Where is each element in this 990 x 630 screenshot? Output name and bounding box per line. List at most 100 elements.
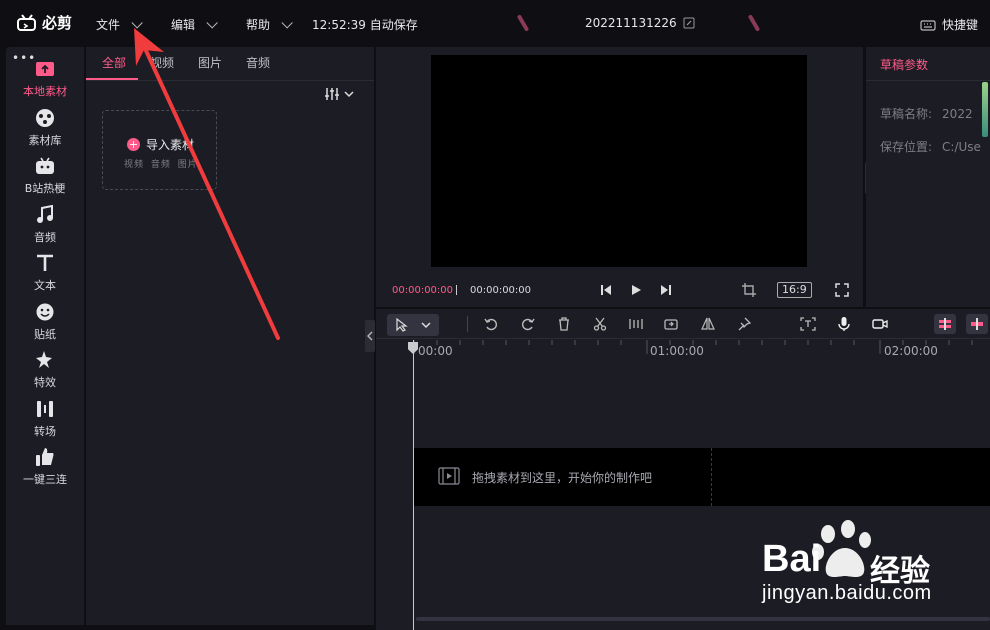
total-time: 00:00:00:00 <box>470 285 532 296</box>
project-title-text: 202211131226 <box>585 16 677 30</box>
scissors-icon[interactable] <box>592 316 608 332</box>
sidebar-item-label: 素材库 <box>28 134 62 147</box>
split-icon[interactable] <box>628 316 644 332</box>
draft-params-panel: 草稿参数 草稿名称: 2022 保存位置: C:/Use <box>866 47 990 307</box>
sidebar-item-label: 贴纸 <box>34 328 56 341</box>
timeline-ruler: 00:00 01:00:00 02:00:00 <box>376 340 990 362</box>
decor-slash <box>516 14 530 32</box>
param-value: C:/Use <box>942 140 981 154</box>
undo-icon[interactable] <box>483 316 499 332</box>
material-tabs: 全部 视频 图片 音频 <box>86 47 374 81</box>
sidebar-item-bilibili-memes[interactable]: B站热梗 <box>6 152 84 200</box>
cursor-icon <box>396 318 408 332</box>
sidebar-item-label: 文本 <box>34 279 56 292</box>
plus-icon: + <box>127 138 140 151</box>
upload-icon <box>35 59 55 79</box>
param-label: 保存位置: <box>880 140 933 154</box>
sidebar-item-label: 转场 <box>34 425 56 438</box>
keyboard-icon <box>920 19 936 31</box>
play-icon[interactable] <box>630 284 642 296</box>
sidebar-item-text[interactable]: 文本 <box>6 249 84 297</box>
watermark-url: jingyan.baidu.com <box>762 582 932 604</box>
preview-controls: 00:00:00:00 00:00:00:00 16:9 <box>376 277 863 305</box>
sidebar-item-sticker[interactable]: 贴纸 <box>6 298 84 346</box>
track-drop-zone[interactable]: 拖拽素材到这里，开始你的制作吧 <box>414 448 712 506</box>
decor-slash <box>747 14 761 32</box>
thumbs-up-icon <box>35 447 55 467</box>
ruler-label: 02:00:00 <box>884 344 938 358</box>
menu-edit[interactable]: 编辑 <box>171 16 218 33</box>
timeline-toolbar <box>376 309 990 339</box>
project-title[interactable]: 202211131226 <box>585 16 695 30</box>
playhead[interactable] <box>413 340 414 630</box>
film-icon <box>438 467 460 485</box>
tab-video[interactable]: 视频 <box>138 47 186 80</box>
collapse-material-panel-button[interactable] <box>365 320 375 352</box>
camera-record-icon[interactable] <box>872 316 888 332</box>
pin-icon[interactable] <box>736 316 752 332</box>
text-icon <box>35 253 55 273</box>
menu-file-label: 文件 <box>96 18 121 32</box>
app-logo: 必剪 <box>16 12 72 33</box>
tab-all[interactable]: 全部 <box>86 47 139 80</box>
menu-help[interactable]: 帮助 <box>246 16 293 33</box>
linkage-button[interactable] <box>966 314 988 334</box>
time-separator <box>456 285 457 295</box>
microphone-icon[interactable] <box>836 316 852 332</box>
material-panel: 全部 视频 图片 音频 + 导入素材 视频 音频 图片 <box>86 47 374 625</box>
sidebar-item-audio[interactable]: 音频 <box>6 201 84 249</box>
skip-forward-icon[interactable] <box>660 284 672 296</box>
bilibili-tv-icon <box>35 156 55 176</box>
menu-file[interactable]: 文件 <box>96 16 143 33</box>
import-subtitle: 视频 音频 图片 <box>124 160 198 170</box>
transition-icon <box>35 399 55 419</box>
skip-back-icon[interactable] <box>600 284 612 296</box>
preview-panel: 00:00:00:00 00:00:00:00 16:9 <box>376 47 863 307</box>
ruler-label: 01:00:00 <box>650 344 704 358</box>
shortcut-label: 快捷键 <box>941 18 978 32</box>
sidebar-item-local-material[interactable]: 本地素材 <box>6 55 84 103</box>
param-row-location: 保存位置: C:/Use <box>880 138 981 155</box>
fullscreen-icon[interactable] <box>835 283 849 297</box>
select-tool-button[interactable] <box>387 314 439 336</box>
edit-icon[interactable] <box>683 17 695 29</box>
main-track[interactable]: 拖拽素材到这里，开始你的制作吧 <box>414 448 990 506</box>
bijian-logo-icon <box>17 13 36 31</box>
auto-caption-icon[interactable] <box>800 316 816 332</box>
chevron-left-icon <box>367 331 373 341</box>
effects-star-icon <box>35 350 55 370</box>
sidebar-item-effects[interactable]: 特效 <box>6 346 84 394</box>
sliders-icon <box>325 88 339 100</box>
tab-image[interactable]: 图片 <box>186 47 234 80</box>
sidebar-item-triple-like[interactable]: 一键三连 <box>6 443 84 491</box>
tab-audio[interactable]: 音频 <box>234 47 282 80</box>
magnet-snap-button[interactable] <box>934 314 956 334</box>
import-material-button[interactable]: + 导入素材 视频 音频 图片 <box>102 110 217 190</box>
chevron-down-icon <box>344 91 354 98</box>
crop-icon[interactable] <box>742 283 756 297</box>
tool-sidebar: ••• 本地素材 素材库 B站热梗 音频 文本 贴纸 特效 转场 一键三连 <box>6 47 84 625</box>
sidebar-item-material-library[interactable]: 素材库 <box>6 104 84 152</box>
sidebar-item-label: 一键三连 <box>23 473 67 486</box>
baidu-jingyan-watermark: Bai 经验 jingyan.baidu.com <box>730 520 980 630</box>
aspect-ratio-button[interactable]: 16:9 <box>777 282 812 298</box>
sidebar-item-transition[interactable]: 转场 <box>6 395 84 443</box>
delete-icon[interactable] <box>556 316 572 332</box>
sticker-icon <box>35 302 55 322</box>
sidebar-item-label: 音频 <box>34 231 56 244</box>
redo-icon[interactable] <box>520 316 536 332</box>
filter-button[interactable] <box>324 87 354 101</box>
tab-draft-params[interactable]: 草稿参数 <box>880 56 928 73</box>
preview-screen <box>431 55 807 267</box>
shortcut-button[interactable]: 快捷键 <box>920 16 978 33</box>
mirror-icon[interactable] <box>700 316 716 332</box>
app-name: 必剪 <box>42 14 73 32</box>
toolbar-divider <box>467 316 468 332</box>
chevron-down-icon <box>206 16 218 29</box>
replay-icon[interactable] <box>663 316 679 332</box>
music-note-icon <box>35 205 55 225</box>
ruler-label: 00:00 <box>418 344 453 358</box>
param-row-name: 草稿名称: 2022 <box>880 105 973 122</box>
chevron-down-icon <box>131 16 143 29</box>
material-library-icon <box>35 108 55 128</box>
